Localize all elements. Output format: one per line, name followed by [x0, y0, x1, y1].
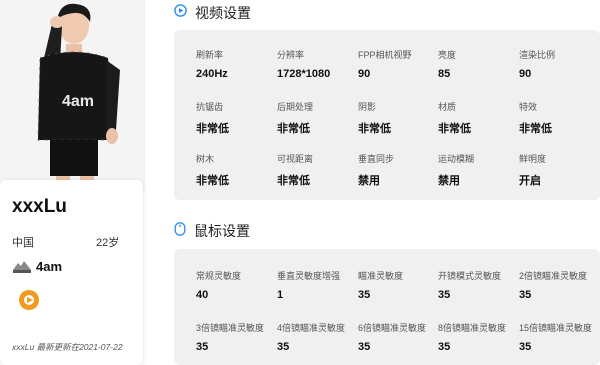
video-setting-label: 刷新率	[196, 50, 224, 60]
mouse-setting-value: 35	[438, 341, 451, 353]
mouse-setting: 开镜模式灵敏度 35	[438, 269, 518, 301]
mouse-settings-grid: 常规灵敏度 40 垂直灵敏度增强 1 瞄准灵敏度 35 开镜模式灵敏度 35 2倍镜瞄准灵敏度 3…	[174, 249, 600, 365]
mouse-setting-value: 35	[277, 341, 290, 353]
mouse-setting: 垂直灵敏度增强 1	[277, 269, 357, 301]
player-name: xxxLu	[12, 196, 67, 217]
video-setting-label: 运动模糊	[438, 154, 475, 164]
video-setting-label: 可视距离	[277, 154, 314, 164]
mouse-setting-value: 35	[438, 289, 451, 301]
video-setting-label: FPP相机视野	[358, 50, 412, 60]
mouse-setting-label: 4倍镜瞄准灵敏度	[277, 323, 346, 333]
mouse-setting: 3倍镜瞄准灵敏度 35	[196, 321, 276, 353]
video-setting: 抗锯齿 非常低	[196, 100, 276, 136]
video-setting-label: 抗锯齿	[196, 102, 224, 112]
mouse-setting-label: 开镜模式灵敏度	[438, 271, 502, 281]
mouse-setting-value: 35	[196, 341, 209, 353]
video-setting: 树木 非常低	[196, 152, 276, 188]
video-setting-value: 非常低	[438, 123, 471, 135]
video-settings-panel: 刷新率 240Hz 分辨率 1728*1080 FPP相机视野 90 亮度 85 渲染比例 90 抗…	[174, 30, 600, 200]
video-settings-grid: 刷新率 240Hz 分辨率 1728*1080 FPP相机视野 90 亮度 85 渲染比例 90 抗…	[174, 30, 600, 200]
mouse-setting-value: 35	[519, 341, 532, 353]
video-setting: 渲染比例 90	[519, 48, 599, 80]
mouse-setting-value: 35	[358, 289, 371, 301]
video-setting-value: 非常低	[358, 123, 391, 135]
mouse-setting-value: 35	[358, 341, 371, 353]
mouse-icon	[174, 221, 186, 241]
video-setting-value: 非常低	[196, 175, 229, 187]
video-setting-value: 非常低	[196, 123, 229, 135]
mouse-setting-value: 40	[196, 289, 209, 301]
video-settings-header: 视频设置	[174, 3, 251, 23]
video-setting: 特效 非常低	[519, 100, 599, 136]
mouse-setting-label: 常规灵敏度	[196, 271, 242, 281]
mouse-setting-value: 35	[519, 289, 532, 301]
platform-icon[interactable]	[18, 289, 40, 316]
video-setting-value: 85	[438, 68, 451, 80]
mouse-setting: 8倍镜瞄准灵敏度 35	[438, 321, 518, 353]
mouse-settings-header: 鼠标设置	[174, 221, 250, 241]
video-settings-title: 视频设置	[195, 5, 251, 21]
mouse-setting-label: 15倍镜瞄准灵敏度	[519, 323, 593, 333]
mouse-settings-title: 鼠标设置	[194, 223, 250, 239]
mouse-setting: 6倍镜瞄准灵敏度 35	[358, 321, 438, 353]
mouse-setting: 常规灵敏度 40	[196, 269, 276, 301]
video-setting: 分辨率 1728*1080	[277, 48, 357, 80]
update-note: xxxLu 最新更新在2021-07-22	[12, 342, 123, 352]
mouse-setting-label: 2倍镜瞄准灵敏度	[519, 271, 588, 281]
mouse-setting-label: 垂直灵敏度增强	[277, 271, 341, 281]
video-setting: FPP相机视野 90	[358, 48, 438, 80]
video-setting-label: 亮度	[438, 50, 457, 60]
svg-text:4am: 4am	[62, 93, 94, 110]
video-setting-label: 树木	[196, 154, 215, 164]
video-setting-label: 材质	[438, 102, 457, 112]
video-setting-value: 非常低	[519, 123, 552, 135]
mouse-setting-label: 瞄准灵敏度	[358, 271, 404, 281]
video-setting-label: 特效	[519, 102, 538, 112]
play-circle-icon	[174, 4, 187, 22]
mouse-setting-label: 3倍镜瞄准灵敏度	[196, 323, 265, 333]
team-name[interactable]: 4am	[36, 259, 62, 274]
mouse-setting-label: 6倍镜瞄准灵敏度	[358, 323, 427, 333]
video-setting-value: 开启	[519, 175, 541, 187]
video-setting-label: 渲染比例	[519, 50, 556, 60]
video-setting-label: 后期处理	[277, 102, 314, 112]
mouse-settings-panel: 常规灵敏度 40 垂直灵敏度增强 1 瞄准灵敏度 35 开镜模式灵敏度 35 2倍镜瞄准灵敏度 3…	[174, 249, 600, 365]
video-setting-value: 非常低	[277, 123, 310, 135]
video-setting: 阴影 非常低	[358, 100, 438, 136]
video-setting: 后期处理 非常低	[277, 100, 357, 136]
video-setting: 垂直同步 禁用	[358, 152, 438, 188]
video-setting: 亮度 85	[438, 48, 518, 80]
video-setting-label: 分辨率	[277, 50, 305, 60]
video-setting-label: 垂直同步	[358, 154, 395, 164]
team-logo-icon[interactable]	[12, 260, 32, 279]
video-setting-value: 1728*1080	[277, 68, 331, 80]
video-setting-value: 禁用	[438, 175, 460, 187]
mouse-setting: 4倍镜瞄准灵敏度 35	[277, 321, 357, 353]
video-setting-value: 240Hz	[196, 68, 228, 80]
video-setting: 刷新率 240Hz	[196, 48, 276, 80]
player-photo: 4am	[0, 0, 145, 190]
video-setting-value: 非常低	[277, 175, 310, 187]
video-setting-value: 90	[519, 68, 532, 80]
video-setting: 可视距离 非常低	[277, 152, 357, 188]
mouse-setting: 15倍镜瞄准灵敏度 35	[519, 321, 599, 353]
video-setting: 运动模糊 禁用	[438, 152, 518, 188]
player-country: 中国	[12, 237, 34, 249]
video-setting: 材质 非常低	[438, 100, 518, 136]
video-setting-value: 禁用	[358, 175, 380, 187]
mouse-setting-value: 1	[277, 289, 284, 301]
video-setting-label: 阴影	[358, 102, 377, 112]
video-setting: 鲜明度 开启	[519, 152, 599, 188]
video-setting-value: 90	[358, 68, 371, 80]
video-setting-label: 鲜明度	[519, 154, 547, 164]
mouse-setting: 2倍镜瞄准灵敏度 35	[519, 269, 599, 301]
mouse-setting-label: 8倍镜瞄准灵敏度	[438, 323, 507, 333]
mouse-setting: 瞄准灵敏度 35	[358, 269, 438, 301]
player-age: 22岁	[96, 237, 120, 249]
